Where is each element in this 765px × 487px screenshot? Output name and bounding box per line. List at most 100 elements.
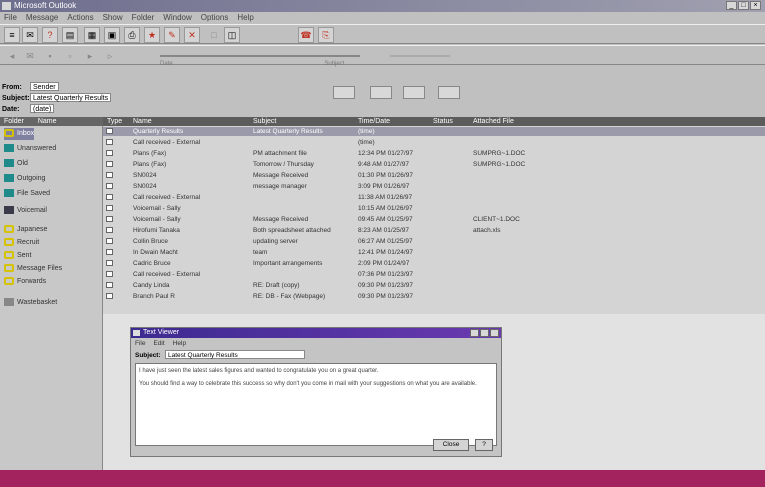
menu-help[interactable]: Help <box>237 12 253 23</box>
folder-item-sent[interactable]: Sent <box>4 250 31 262</box>
from-label: From: <box>2 84 22 91</box>
from-value[interactable]: Sender <box>30 82 59 91</box>
menu-show[interactable]: Show <box>103 12 123 23</box>
table-row[interactable]: Hirofumi Tanaka Both spreadsheet attached… <box>103 226 765 235</box>
forward-icon[interactable]: ▸ <box>82 48 98 64</box>
subject-value[interactable]: Latest Quarterly Results <box>30 93 112 102</box>
dialog-minimize-icon[interactable] <box>470 329 479 337</box>
folder-item-forwards[interactable]: Forwards <box>4 276 46 288</box>
table-row[interactable]: Call received - External (time) <box>103 138 765 147</box>
delete-icon[interactable]: ✕ <box>184 27 200 43</box>
minimize-icon[interactable]: _ <box>726 1 737 10</box>
new-message-icon[interactable]: ≡ <box>4 27 20 43</box>
table-row[interactable]: Voicemail - Sally Message Received 09:45 A… <box>103 215 765 224</box>
folder-column-header[interactable]: Folder <box>4 117 24 126</box>
dialog-message-body[interactable]: I have just seen the latest sales figure… <box>135 363 497 446</box>
voicemail-icon <box>4 206 14 215</box>
message-type-icon <box>106 194 113 200</box>
dialog-menu-edit[interactable]: Edit <box>153 339 164 348</box>
blank-icon[interactable]: □ <box>206 27 222 43</box>
table-row[interactable]: In Dwain Macht team 12:41 PM 01/24/97 <box>103 248 765 257</box>
table-row[interactable]: Quarterly Results Latest Quarterly Result… <box>103 127 765 136</box>
table-row[interactable]: Plans (Fax) Tomorrow / Thursday 9:48 AM 01… <box>103 160 765 169</box>
back-icon[interactable]: ◂ <box>4 48 20 64</box>
mail-icon[interactable]: ✉ <box>22 48 38 64</box>
folder-item-outgoing[interactable]: Outgoing <box>4 173 45 185</box>
name-column-header[interactable]: Name <box>133 117 152 126</box>
type-column-header[interactable]: Type <box>107 117 122 126</box>
table-row[interactable]: SN0024 message manager 3:09 PM 01/26/97 <box>103 182 765 191</box>
print-icon[interactable]: ▦ <box>84 27 100 43</box>
menu-message[interactable]: Message <box>26 12 58 23</box>
menu-folder[interactable]: Folder <box>132 12 155 23</box>
menu-options[interactable]: Options <box>201 12 229 23</box>
previous-button[interactable] <box>333 86 355 99</box>
next-icon[interactable]: ▹ <box>102 48 118 64</box>
menu-file[interactable]: File <box>4 12 17 23</box>
dialog-menu-file[interactable]: File <box>135 339 145 348</box>
name-column-header[interactable]: Name <box>38 117 57 126</box>
folder-item-recruit[interactable]: Recruit <box>4 237 39 249</box>
table-row[interactable]: Candy Linda RE: Draft (copy) 09:30 PM 01/2… <box>103 281 765 290</box>
window-icon[interactable]: ◫ <box>224 27 240 43</box>
folder-icon <box>4 225 14 234</box>
inbox-icon <box>4 129 14 138</box>
folder-icon <box>4 174 14 183</box>
attached-file-column-header[interactable]: Attached File <box>473 117 514 126</box>
folder-item-file-saved[interactable]: File Saved <box>4 188 50 200</box>
table-row[interactable]: Call received - External 07:36 PM 01/23/9… <box>103 270 765 279</box>
fax-icon[interactable]: ⎘ <box>318 27 334 43</box>
folder-item-japanese[interactable]: Japanese <box>4 224 47 236</box>
view-icon[interactable]: ▣ <box>104 27 120 43</box>
table-row[interactable]: Call received - External 11:38 AM 01/26/9… <box>103 193 765 202</box>
table-row[interactable]: Plans (Fax) PM attachment file 12:34 PM 01… <box>103 149 765 158</box>
folder-item-message-files[interactable]: Message Files <box>4 263 62 275</box>
dialog-close-icon[interactable] <box>490 329 499 337</box>
folder-item-wastebasket[interactable]: Wastebasket <box>4 297 57 309</box>
table-row[interactable]: Branch Paul R RE: DB - Fax (Webpage) 09:30… <box>103 292 765 301</box>
menu-bar: File Message Actions Show Folder Window … <box>0 12 765 23</box>
cell-name: Hirofumi Tanaka <box>133 227 180 234</box>
table-row[interactable]: Cadric Bruce Important arrangements 2:09 P… <box>103 259 765 268</box>
save-icon[interactable]: ⎙ <box>124 27 140 43</box>
folder-item-voicemail[interactable]: Voicemail <box>4 205 47 217</box>
menu-window[interactable]: Window <box>163 12 191 23</box>
folder-list-header: Folder Name <box>0 117 103 126</box>
time-column-header[interactable]: Time/Date <box>358 117 390 126</box>
folder-item-unanswered[interactable]: Unanswered <box>4 143 56 155</box>
status-column-header[interactable]: Status <box>433 117 453 126</box>
table-row[interactable]: Collin Bruce updating server 06:27 AM 01/2… <box>103 237 765 246</box>
message-type-icon <box>106 282 113 288</box>
phone-icon[interactable]: ☎ <box>298 27 314 43</box>
dialog-subject-value[interactable]: Latest Quarterly Results <box>165 350 305 359</box>
menu-actions[interactable]: Actions <box>67 12 93 23</box>
next-button[interactable] <box>370 86 392 99</box>
dialog-menu-help[interactable]: Help <box>173 339 186 348</box>
view-toolbar: ◂ ✉ ▪ ▫ ▸ ▹ <box>0 45 765 65</box>
edit-icon[interactable]: ✎ <box>164 27 180 43</box>
message-type-icon <box>106 238 113 244</box>
date-value[interactable]: (date) <box>30 104 55 113</box>
dialog-title: Text Viewer <box>143 329 180 336</box>
table-row[interactable]: SN0024 Message Received 01:30 PM 01/26/97 <box>103 171 765 180</box>
close-button[interactable]: Close <box>433 439 469 451</box>
message-type-icon <box>106 216 113 222</box>
folder-item-inbox[interactable]: Inbox <box>4 128 35 140</box>
flag-icon[interactable]: ★ <box>144 27 160 43</box>
clear-icon[interactable]: ▫ <box>62 48 78 64</box>
dialog-maximize-icon[interactable] <box>480 329 489 337</box>
folder-item-old[interactable]: Old <box>4 158 28 170</box>
stop-icon[interactable]: ▪ <box>42 48 58 64</box>
cell-subject: team <box>253 249 268 256</box>
reply-icon[interactable]: ✉ <box>22 27 38 43</box>
dialog-help-button[interactable]: ? <box>475 439 493 451</box>
help-icon[interactable]: ? <box>42 27 58 43</box>
message-type-icon <box>106 227 113 233</box>
close-icon[interactable]: × <box>750 1 761 10</box>
properties-button[interactable] <box>403 86 425 99</box>
table-row[interactable]: Voicemail - Sally 10:15 AM 01/26/97 <box>103 204 765 213</box>
folder-list-icon[interactable]: ▤ <box>62 27 78 43</box>
folder-button[interactable] <box>438 86 460 99</box>
subject-column-header[interactable]: Subject <box>253 117 276 126</box>
maximize-icon[interactable]: □ <box>738 1 749 10</box>
